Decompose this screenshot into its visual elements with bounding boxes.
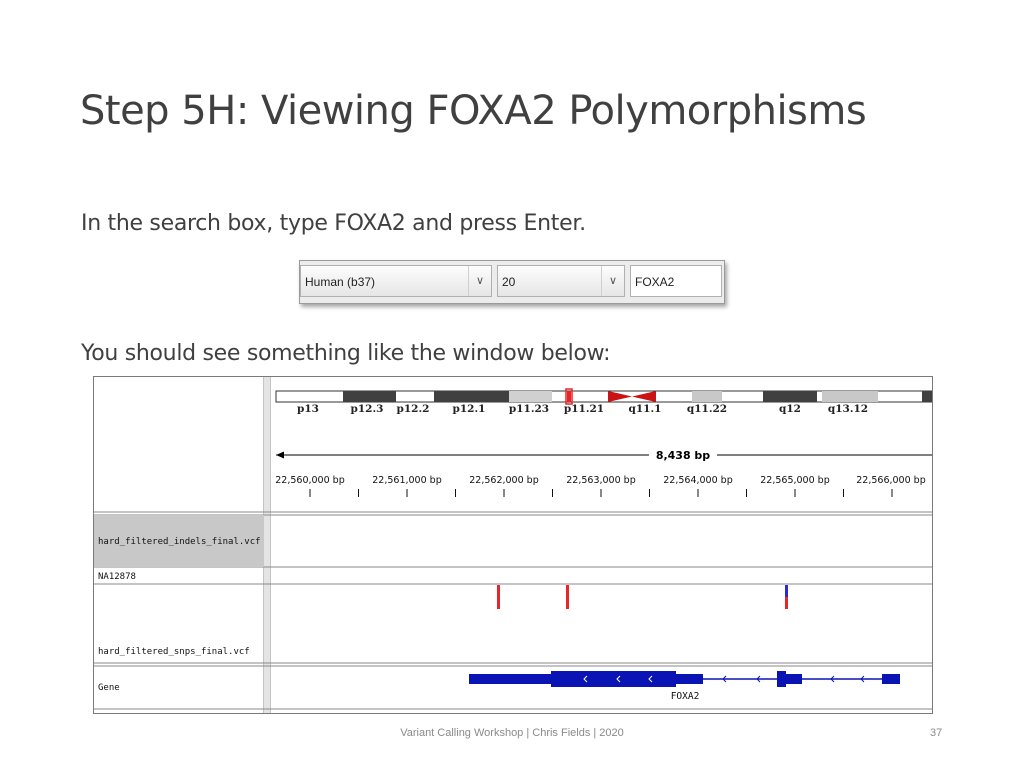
instruction-prefix: In the search box, type <box>81 211 335 236</box>
snp-variant-calls[interactable] <box>497 585 788 609</box>
variant-call-het-bottom <box>785 597 788 609</box>
instruction-key: Enter. <box>523 211 587 236</box>
ruler-tick-label: 22,563,000 bp <box>566 475 635 486</box>
page-number: 37 <box>930 727 943 739</box>
gene-model[interactable]: FOXA2 <box>469 671 900 702</box>
genome-dropdown[interactable]: Human (b37) ∨ <box>300 265 492 297</box>
cytoband-label: q11.1 <box>629 403 662 415</box>
cytoband-label: q11.22 <box>687 403 727 415</box>
chromosome-value: 20 <box>502 275 516 289</box>
ruler-tick-label: 22,564,000 bp <box>663 475 732 486</box>
instruction-search: In the search box, type FOXA2 and press … <box>81 211 586 236</box>
locus-span-indicator: 8,438 bp <box>276 449 932 462</box>
track-name-snps[interactable]: hard_filtered_snps_final.vcf <box>98 647 250 657</box>
slide-title: Step 5H: Viewing FOXA2 Polymorphisms <box>80 88 867 134</box>
genome-value: Human (b37) <box>305 275 376 289</box>
track-name-indels[interactable]: hard_filtered_indels_final.vcf <box>98 537 261 547</box>
cytoband-labels: p13 p12.3 p12.2 p12.1 p11.23 p11.21 q11.1 q11.2… <box>297 403 868 415</box>
ruler-tick-label: 22,562,000 bp <box>469 475 538 486</box>
cytoband-label: p12.3 <box>351 403 384 415</box>
igv-window: p13 p12.3 p12.2 p12.1 p11.23 p11.21 q11.1 q11.2… <box>93 376 933 714</box>
span-label: 8,438 bp <box>656 449 710 462</box>
cytoband-label: q12 <box>779 403 801 415</box>
igv-search-toolbar: Human (b37) ∨ 20 ∨ FOXA2 <box>299 260 725 304</box>
track-name-gene[interactable]: Gene <box>98 683 120 693</box>
ruler-tick-label: 22,565,000 bp <box>760 475 829 486</box>
chromosome-dropdown[interactable]: 20 ∨ <box>497 265 625 297</box>
cytoband-label: p11.21 <box>564 403 604 415</box>
genomic-ruler[interactable]: 22,560,000 bp 22,561,000 bp 22,562,000 bp 2… <box>275 475 926 497</box>
cytoband-label: p12.2 <box>397 403 430 415</box>
chevron-down-icon[interactable]: ∨ <box>601 266 624 296</box>
instruction-window: You should see something like the window… <box>81 341 611 366</box>
gene-label: FOXA2 <box>671 691 700 702</box>
variant-call <box>497 585 500 609</box>
instruction-term: FOXA2 <box>334 211 406 236</box>
cytoband-label: q13.12 <box>828 403 868 415</box>
track-name-sample[interactable]: NA12878 <box>98 572 136 582</box>
slide-footer: Variant Calling Workshop | Chris Fields … <box>400 727 624 739</box>
cytoband-label: p12.1 <box>453 403 486 415</box>
chevron-down-icon[interactable]: ∨ <box>468 266 491 296</box>
locus-search-input[interactable]: FOXA2 <box>630 265 722 297</box>
ruler-tick-label: 22,560,000 bp <box>275 475 344 486</box>
cytoband-label: p13 <box>297 403 319 415</box>
ruler-tick-label: 22,566,000 bp <box>856 475 925 486</box>
cytoband-label: p11.23 <box>509 403 549 415</box>
chromosome-ideogram[interactable] <box>275 388 932 405</box>
variant-call-het-top <box>785 585 788 597</box>
instruction-middle: and press <box>405 211 524 236</box>
variant-call <box>566 585 569 609</box>
ruler-tick-label: 22,561,000 bp <box>372 475 441 486</box>
